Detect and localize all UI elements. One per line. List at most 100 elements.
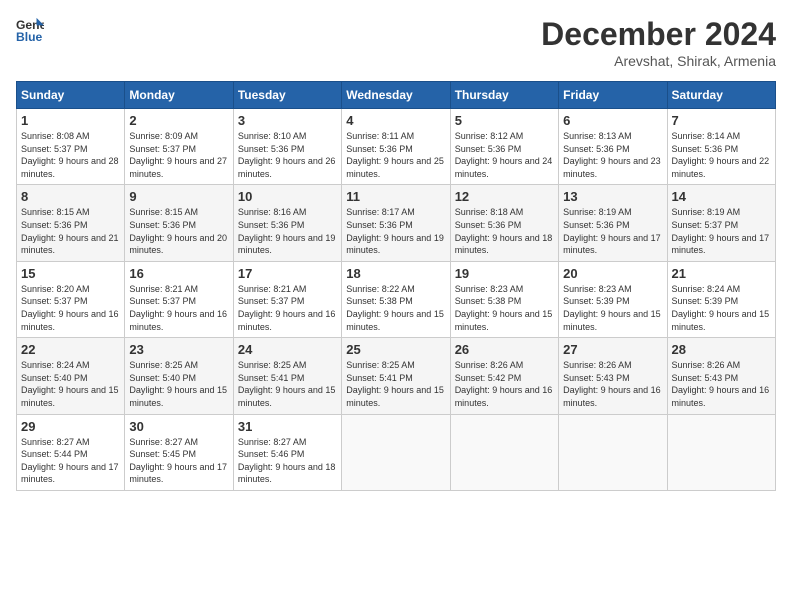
calendar-header-tuesday: Tuesday [233,82,341,109]
calendar-cell: 27Sunrise: 8:26 AMSunset: 5:43 PMDayligh… [559,338,667,414]
day-number: 14 [672,189,771,204]
day-info: Sunrise: 8:27 AMSunset: 5:44 PMDaylight:… [21,436,120,486]
calendar-cell: 7 Sunrise: 8:14 AMSunset: 5:36 PMDaylight… [667,109,775,185]
logo: General Blue [16,16,44,44]
calendar-cell: 17 Sunrise: 8:21 AMSunset: 5:37 PMDayligh… [233,261,341,337]
day-info: Sunrise: 8:25 AMSunset: 5:41 PMDaylight:… [346,359,445,409]
day-number: 15 [21,266,120,281]
day-number: 22 [21,342,120,357]
day-info: Sunrise: 8:25 AMSunset: 5:40 PMDaylight:… [129,359,228,409]
day-number: 13 [563,189,662,204]
calendar-cell: 1Sunrise: 8:08 AMSunset: 5:37 PMDaylight… [17,109,125,185]
calendar-cell [667,414,775,490]
day-info: Sunrise: 8:09 AMSunset: 5:37 PMDaylight:… [129,130,228,180]
calendar-cell: 20Sunrise: 8:23 AMSunset: 5:39 PMDayligh… [559,261,667,337]
calendar-cell: 28 Sunrise: 8:26 AMSunset: 5:43 PMDayligh… [667,338,775,414]
calendar-header-friday: Friday [559,82,667,109]
day-info: Sunrise: 8:12 AMSunset: 5:36 PMDaylight:… [455,130,554,180]
day-info: Sunrise: 8:15 AMSunset: 5:36 PMDaylight:… [21,206,120,256]
calendar-week-row: 15 Sunrise: 8:20 AMSunset: 5:37 PMDayligh… [17,261,776,337]
day-number: 6 [563,113,662,128]
calendar-cell [342,414,450,490]
day-number: 16 [129,266,228,281]
calendar-cell: 9Sunrise: 8:15 AMSunset: 5:36 PMDaylight… [125,185,233,261]
month-title: December 2024 [541,16,776,53]
day-number: 24 [238,342,337,357]
day-info: Sunrise: 8:16 AMSunset: 5:36 PMDaylight:… [238,206,337,256]
calendar-cell [559,414,667,490]
calendar-cell: 11 Sunrise: 8:17 AMSunset: 5:36 PMDayligh… [342,185,450,261]
svg-text:Blue: Blue [16,30,43,44]
day-number: 19 [455,266,554,281]
day-info: Sunrise: 8:23 AMSunset: 5:39 PMDaylight:… [563,283,662,333]
calendar-cell: 23 Sunrise: 8:25 AMSunset: 5:40 PMDayligh… [125,338,233,414]
title-block: December 2024 Arevshat, Shirak, Armenia [541,16,776,69]
day-info: Sunrise: 8:24 AMSunset: 5:40 PMDaylight:… [21,359,120,409]
day-number: 12 [455,189,554,204]
day-info: Sunrise: 8:19 AMSunset: 5:37 PMDaylight:… [672,206,771,256]
day-number: 21 [672,266,771,281]
day-info: Sunrise: 8:17 AMSunset: 5:36 PMDaylight:… [346,206,445,256]
location: Arevshat, Shirak, Armenia [541,53,776,69]
header: General Blue December 2024 Arevshat, Shi… [16,16,776,69]
calendar-cell: 12 Sunrise: 8:18 AMSunset: 5:36 PMDayligh… [450,185,558,261]
calendar-cell: 19 Sunrise: 8:23 AMSunset: 5:38 PMDayligh… [450,261,558,337]
day-info: Sunrise: 8:27 AMSunset: 5:46 PMDaylight:… [238,436,337,486]
calendar-cell: 29Sunrise: 8:27 AMSunset: 5:44 PMDayligh… [17,414,125,490]
calendar-week-row: 29Sunrise: 8:27 AMSunset: 5:44 PMDayligh… [17,414,776,490]
day-number: 17 [238,266,337,281]
day-info: Sunrise: 8:21 AMSunset: 5:37 PMDaylight:… [238,283,337,333]
day-number: 30 [129,419,228,434]
calendar-cell: 13 Sunrise: 8:19 AMSunset: 5:36 PMDayligh… [559,185,667,261]
calendar-cell: 15 Sunrise: 8:20 AMSunset: 5:37 PMDayligh… [17,261,125,337]
calendar-header-wednesday: Wednesday [342,82,450,109]
day-info: Sunrise: 8:26 AMSunset: 5:42 PMDaylight:… [455,359,554,409]
calendar-cell: 25 Sunrise: 8:25 AMSunset: 5:41 PMDayligh… [342,338,450,414]
day-number: 3 [238,113,337,128]
calendar-cell: 6Sunrise: 8:13 AMSunset: 5:36 PMDaylight… [559,109,667,185]
calendar-cell: 18Sunrise: 8:22 AMSunset: 5:38 PMDayligh… [342,261,450,337]
day-info: Sunrise: 8:10 AMSunset: 5:36 PMDaylight:… [238,130,337,180]
day-info: Sunrise: 8:26 AMSunset: 5:43 PMDaylight:… [563,359,662,409]
calendar-cell: 24 Sunrise: 8:25 AMSunset: 5:41 PMDayligh… [233,338,341,414]
day-info: Sunrise: 8:27 AMSunset: 5:45 PMDaylight:… [129,436,228,486]
day-number: 9 [129,189,228,204]
calendar-header-row: SundayMondayTuesdayWednesdayThursdayFrid… [17,82,776,109]
calendar-cell: 4 Sunrise: 8:11 AMSunset: 5:36 PMDaylight… [342,109,450,185]
day-number: 2 [129,113,228,128]
day-number: 28 [672,342,771,357]
calendar-cell: 5 Sunrise: 8:12 AMSunset: 5:36 PMDaylight… [450,109,558,185]
day-number: 23 [129,342,228,357]
calendar-cell: 30 Sunrise: 8:27 AMSunset: 5:45 PMDayligh… [125,414,233,490]
day-info: Sunrise: 8:18 AMSunset: 5:36 PMDaylight:… [455,206,554,256]
day-number: 5 [455,113,554,128]
day-number: 8 [21,189,120,204]
calendar-header-thursday: Thursday [450,82,558,109]
day-number: 25 [346,342,445,357]
day-info: Sunrise: 8:20 AMSunset: 5:37 PMDaylight:… [21,283,120,333]
day-info: Sunrise: 8:21 AMSunset: 5:37 PMDaylight:… [129,283,228,333]
calendar-header-sunday: Sunday [17,82,125,109]
day-info: Sunrise: 8:26 AMSunset: 5:43 PMDaylight:… [672,359,771,409]
calendar-header-monday: Monday [125,82,233,109]
calendar-cell: 3 Sunrise: 8:10 AMSunset: 5:36 PMDaylight… [233,109,341,185]
main-container: General Blue December 2024 Arevshat, Shi… [0,0,792,501]
day-info: Sunrise: 8:08 AMSunset: 5:37 PMDaylight:… [21,130,120,180]
calendar-cell: 2 Sunrise: 8:09 AMSunset: 5:37 PMDaylight… [125,109,233,185]
day-info: Sunrise: 8:11 AMSunset: 5:36 PMDaylight:… [346,130,445,180]
day-number: 11 [346,189,445,204]
calendar-week-row: 8 Sunrise: 8:15 AMSunset: 5:36 PMDaylight… [17,185,776,261]
day-number: 7 [672,113,771,128]
day-info: Sunrise: 8:19 AMSunset: 5:36 PMDaylight:… [563,206,662,256]
day-info: Sunrise: 8:22 AMSunset: 5:38 PMDaylight:… [346,283,445,333]
day-info: Sunrise: 8:14 AMSunset: 5:36 PMDaylight:… [672,130,771,180]
calendar-cell: 21 Sunrise: 8:24 AMSunset: 5:39 PMDayligh… [667,261,775,337]
calendar-cell: 10Sunrise: 8:16 AMSunset: 5:36 PMDayligh… [233,185,341,261]
day-info: Sunrise: 8:23 AMSunset: 5:38 PMDaylight:… [455,283,554,333]
day-number: 4 [346,113,445,128]
logo-icon: General Blue [16,16,44,44]
day-info: Sunrise: 8:24 AMSunset: 5:39 PMDaylight:… [672,283,771,333]
calendar-week-row: 22 Sunrise: 8:24 AMSunset: 5:40 PMDayligh… [17,338,776,414]
day-info: Sunrise: 8:25 AMSunset: 5:41 PMDaylight:… [238,359,337,409]
calendar-cell: 26Sunrise: 8:26 AMSunset: 5:42 PMDayligh… [450,338,558,414]
